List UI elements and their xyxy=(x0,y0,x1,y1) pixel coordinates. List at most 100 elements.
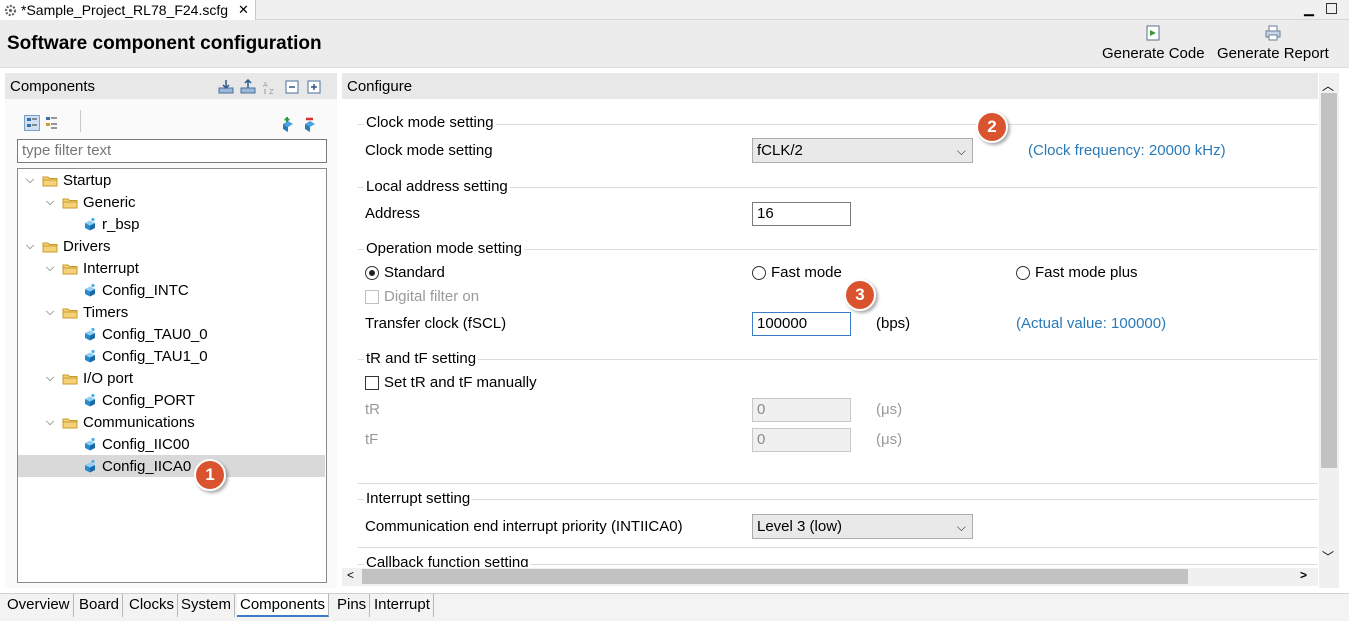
tf-unit: (μs) xyxy=(876,431,903,448)
generate-report-label: Generate Report xyxy=(1217,45,1329,62)
generate-code-button[interactable]: Generate Code xyxy=(1102,25,1205,62)
chevron-down-icon: ⌵ xyxy=(956,144,966,158)
minimize-icon[interactable]: ▁ xyxy=(1304,1,1314,17)
transfer-clock-unit: (bps) xyxy=(876,315,911,332)
clock-mode-group-title: Clock mode setting xyxy=(364,114,496,131)
tree-component-item[interactable]: Config_IICA0 xyxy=(18,455,325,477)
group-divider xyxy=(358,483,1318,484)
tree-component-item[interactable]: Config_TAU1_0 xyxy=(18,345,325,367)
tree-folder-item[interactable]: ⌵ Generic xyxy=(18,191,325,213)
clock-frequency-text: (Clock frequency: 20000 kHz) xyxy=(1028,142,1226,159)
close-icon[interactable]: ✕ xyxy=(238,2,249,18)
tr-input[interactable]: 0 xyxy=(752,398,851,422)
tree-folder-item[interactable]: ⌵ Startup xyxy=(18,169,325,191)
standard-radio[interactable]: Standard xyxy=(365,264,445,281)
bottom-tab-components[interactable]: Components xyxy=(237,594,330,617)
tf-label: tF xyxy=(365,431,379,448)
bottom-tab-system[interactable]: System xyxy=(178,594,236,617)
folder-icon xyxy=(62,416,78,429)
editor-tab-scfg[interactable]: *Sample_Project_RL78_F24.scfg ✕ xyxy=(0,0,256,20)
interrupt-priority-label: Communication end interrupt priority (IN… xyxy=(365,518,683,535)
tree-component-item[interactable]: r_bsp xyxy=(18,213,325,235)
list-view-icon[interactable] xyxy=(44,115,60,131)
trtf-manual-checkbox[interactable]: Set tR and tF manually xyxy=(365,374,537,391)
generate-report-button[interactable]: Generate Report xyxy=(1217,25,1329,62)
tree-component-item[interactable]: Config_TAU0_0 xyxy=(18,323,325,345)
component-icon xyxy=(82,393,98,407)
configure-panel-header: Configure xyxy=(342,73,1318,99)
tree-folder-item[interactable]: ⌵ Timers xyxy=(18,301,325,323)
vertical-scrollbar[interactable]: ︿ ﹀ xyxy=(1319,73,1339,588)
tree-item-label: Config_IIC00 xyxy=(102,435,190,453)
bottom-tab-interrupt[interactable]: Interrupt xyxy=(371,594,434,617)
tree-component-item[interactable]: Config_INTC xyxy=(18,279,325,301)
component-icon xyxy=(82,283,98,297)
bottom-tab-pins[interactable]: Pins xyxy=(334,594,371,617)
view-toggle-group xyxy=(24,115,60,131)
vertical-scroll-thumb[interactable] xyxy=(1321,93,1337,468)
folder-icon xyxy=(42,174,58,187)
callout-badge-1: 1 xyxy=(194,459,226,491)
folder-icon xyxy=(62,196,78,209)
tree-component-item[interactable]: Config_IIC00 xyxy=(18,433,325,455)
chevron-down-icon[interactable]: ⌵ xyxy=(24,174,36,187)
remove-component-icon[interactable] xyxy=(302,116,318,132)
tree-folder-item[interactable]: ⌵ Interrupt xyxy=(18,257,325,279)
bottom-tab-clocks[interactable]: Clocks xyxy=(126,594,179,617)
filter-input[interactable]: type filter text xyxy=(17,139,327,163)
digital-filter-checkbox[interactable]: Digital filter on xyxy=(365,288,479,305)
interrupt-group-title: Interrupt setting xyxy=(364,490,473,507)
tr-unit: (μs) xyxy=(876,401,903,418)
fast-mode-label: Fast mode xyxy=(771,264,842,281)
chevron-down-icon[interactable]: ⌵ xyxy=(44,372,56,385)
tree-folder-item[interactable]: ⌵ I/O port xyxy=(18,367,325,389)
tf-input[interactable]: 0 xyxy=(752,428,851,452)
maximize-icon[interactable] xyxy=(1326,3,1337,14)
horizontal-scrollbar[interactable]: < > xyxy=(342,568,1318,586)
callout-badge-3: 3 xyxy=(844,279,876,311)
fast-mode-radio[interactable]: Fast mode xyxy=(752,264,842,281)
folder-icon xyxy=(62,306,78,319)
add-component-icon[interactable] xyxy=(280,116,296,132)
fast-mode-plus-radio[interactable]: Fast mode plus xyxy=(1016,264,1138,281)
scroll-right-icon[interactable]: > xyxy=(1300,568,1307,582)
scroll-down-icon[interactable]: ﹀ xyxy=(1322,548,1334,565)
tree-component-item[interactable]: Config_PORT xyxy=(18,389,325,411)
chevron-down-icon[interactable]: ⌵ xyxy=(44,306,56,319)
bottom-tab-board[interactable]: Board xyxy=(76,594,124,617)
transfer-clock-input[interactable]: 100000 xyxy=(752,312,851,336)
clock-mode-select[interactable]: fCLK/2 ⌵ xyxy=(752,138,973,163)
sort-icon[interactable]: AZ xyxy=(262,79,278,96)
address-input[interactable]: 16 xyxy=(752,202,851,226)
chevron-down-icon[interactable]: ⌵ xyxy=(24,240,36,253)
tree-folder-item[interactable]: ⌵ Drivers xyxy=(18,235,325,257)
radio-selected-icon xyxy=(365,266,379,281)
scroll-left-icon[interactable]: < xyxy=(347,568,354,582)
horizontal-scroll-thumb[interactable] xyxy=(362,569,1188,584)
category-view-icon[interactable] xyxy=(24,115,40,131)
components-title: Components xyxy=(10,77,96,95)
chevron-down-icon[interactable]: ⌵ xyxy=(44,416,56,429)
callout-badge-2: 2 xyxy=(976,111,1008,143)
export-icon[interactable] xyxy=(240,78,256,95)
folder-icon xyxy=(42,240,58,253)
scroll-up-icon[interactable]: ︿ xyxy=(1322,77,1334,94)
expand-all-icon[interactable] xyxy=(306,79,322,95)
configure-content: Clock mode setting Clock mode setting fC… xyxy=(342,100,1318,567)
clock-mode-label: Clock mode setting xyxy=(365,142,493,159)
collapse-all-icon[interactable] xyxy=(284,79,300,95)
tree-item-label: Config_INTC xyxy=(102,281,189,299)
chevron-down-icon[interactable]: ⌵ xyxy=(44,262,56,275)
group-divider xyxy=(358,124,1318,125)
component-icon xyxy=(82,217,98,231)
import-icon[interactable] xyxy=(218,79,234,95)
chevron-down-icon[interactable]: ⌵ xyxy=(44,196,56,209)
tree-item-label: I/O port xyxy=(83,369,134,387)
tree-folder-item[interactable]: ⌵ Communications xyxy=(18,411,325,433)
bottom-tab-overview[interactable]: Overview xyxy=(4,594,74,617)
group-divider xyxy=(358,499,1318,500)
generate-code-icon xyxy=(1146,25,1160,45)
checkbox-icon xyxy=(365,290,379,305)
interrupt-priority-select[interactable]: Level 3 (low) ⌵ xyxy=(752,514,973,539)
printer-icon xyxy=(1265,25,1281,45)
